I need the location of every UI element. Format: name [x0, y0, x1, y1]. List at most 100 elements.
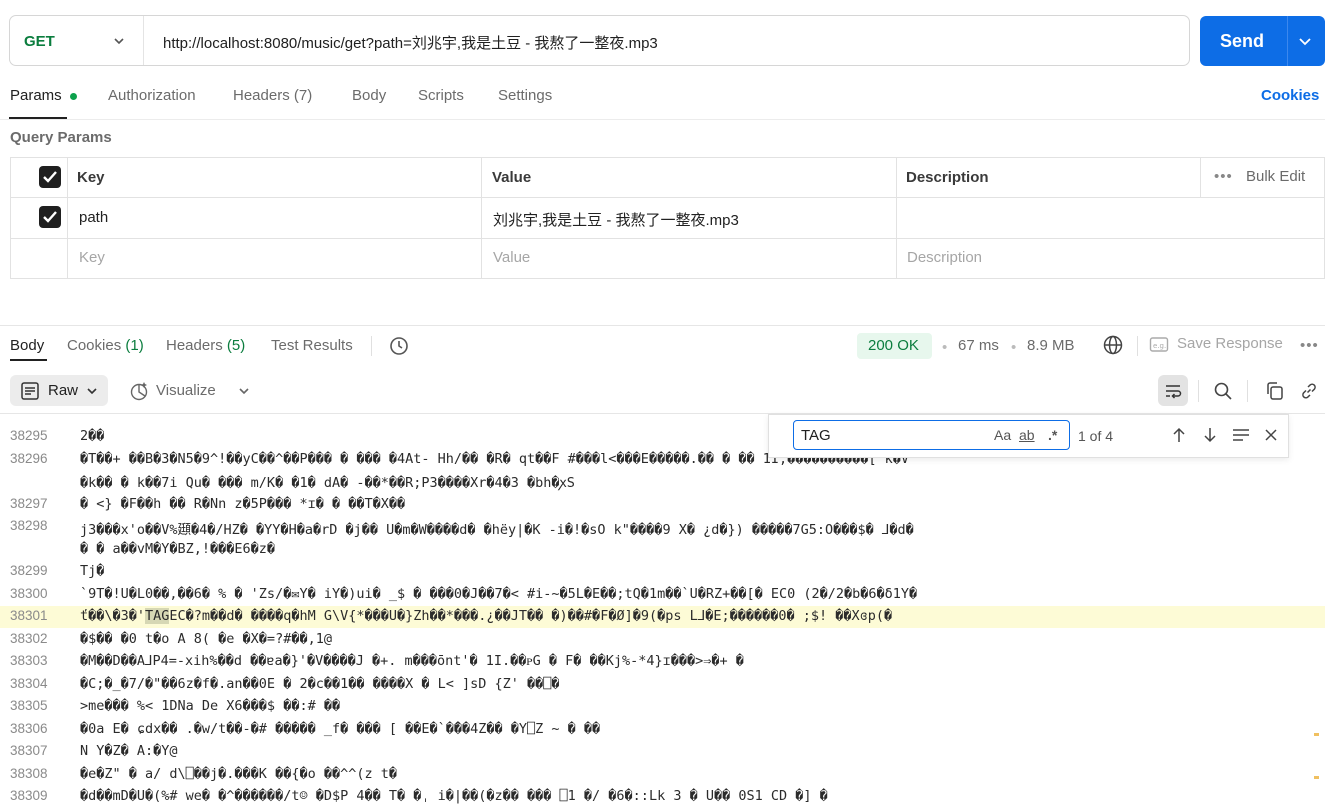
- tab-body[interactable]: Body: [352, 87, 386, 104]
- line-number: 38303: [10, 653, 48, 668]
- response-tab-headers-label: Headers: [166, 337, 223, 354]
- line-number: 38304: [10, 675, 48, 691]
- response-tab-cookies-label: Cookies: [67, 337, 122, 354]
- response-size: 8.9 MB: [1027, 337, 1075, 354]
- table-divider: [10, 197, 1325, 198]
- code-line: ť��\�3�'TAGEC�?m��d� ����q�hM G\V{*���U�…: [80, 608, 893, 624]
- response-time: 67 ms: [958, 337, 999, 354]
- code-line: j3���x'o��V%頲�4�/HZ� �YY�H�a�rD �j�� U�m…: [80, 522, 914, 538]
- send-button-label: Send: [1220, 31, 1265, 51]
- status-text: 200 OK: [868, 337, 919, 354]
- scrollbar-match-marker: [1314, 776, 1319, 779]
- select-all-checkbox[interactable]: [39, 166, 61, 188]
- line-number: 38296: [10, 450, 48, 466]
- line-number: 38297: [10, 495, 48, 511]
- toolbar-separator: [1247, 380, 1248, 402]
- visualize-chevron-icon[interactable]: [237, 384, 251, 398]
- link-icon[interactable]: [1299, 381, 1319, 401]
- find-in-selection-icon[interactable]: [1232, 427, 1250, 443]
- line-number: 38301: [10, 608, 48, 623]
- close-icon[interactable]: [1264, 428, 1278, 442]
- code-line: `9T�!U�L0��,��6� % � 'Zs/�✉Y� iY�)ui� _$…: [80, 585, 918, 602]
- response-tab-cookies[interactable]: Cookies (1): [67, 337, 144, 354]
- line-number: 38300: [10, 585, 48, 601]
- url-input[interactable]: http://localhost:8080/music/get?path=刘兆宇…: [163, 32, 658, 53]
- cookies-link[interactable]: Cookies: [1261, 87, 1319, 104]
- globe-icon[interactable]: [1102, 334, 1124, 356]
- new-value-input[interactable]: Value: [493, 249, 530, 266]
- code-line: �e�Z" � a/ d\⎕��j�.���K ��{�o ��^^(z t�: [80, 765, 397, 782]
- new-description-input[interactable]: Description: [907, 249, 982, 266]
- chevron-down-icon[interactable]: [112, 34, 126, 48]
- table-divider: [896, 157, 897, 279]
- toolbar-separator: [1198, 380, 1199, 402]
- wrap-lines-icon: [1166, 385, 1182, 399]
- code-line: �$�� �0 t�o A 8( �e �X�=?#��,1@: [80, 630, 332, 647]
- table-divider: [67, 157, 68, 279]
- search-icon[interactable]: [1213, 381, 1233, 401]
- response-tab-test-results[interactable]: Test Results: [271, 337, 353, 354]
- table-divider: [10, 238, 1325, 239]
- url-divider: [143, 16, 144, 65]
- visualize-button[interactable]: Visualize: [156, 382, 216, 399]
- line-number: 38299: [10, 563, 48, 578]
- active-response-tab-indicator: [10, 359, 47, 361]
- response-more-icon[interactable]: •••: [1300, 337, 1319, 354]
- line-number: 38308: [10, 765, 48, 781]
- save-response-icon[interactable]: e.g.: [1149, 336, 1169, 354]
- svg-text:e.g.: e.g.: [1153, 342, 1166, 350]
- match-whole-word-toggle[interactable]: ab: [1019, 427, 1035, 443]
- param-key-cell[interactable]: path: [79, 209, 108, 226]
- param-value-cell[interactable]: 刘兆宇,我是土豆 - 我熬了一整夜.mp3: [493, 209, 739, 230]
- search-match-highlight: TAG: [145, 608, 170, 624]
- next-match-icon[interactable]: [1202, 426, 1218, 444]
- line-number: 38306: [10, 720, 48, 736]
- table-divider: [1200, 157, 1201, 197]
- history-icon[interactable]: [388, 335, 410, 357]
- code-line: � <} �F��h �� R�Nn z�5P��� *ɪ� � ��T�X��: [80, 495, 406, 512]
- code-line: �C;�_�7/�"��6z�f�.an��0E � 2�c��1�� ����…: [80, 675, 560, 692]
- tabs-separator: [371, 336, 372, 356]
- match-count: 1 of 4: [1078, 428, 1114, 444]
- line-number: 38305: [10, 698, 48, 713]
- tab-params[interactable]: Params: [10, 87, 62, 104]
- find-query: TAG: [801, 427, 831, 444]
- method-select[interactable]: GET: [24, 33, 55, 50]
- regex-toggle[interactable]: .*: [1048, 427, 1057, 443]
- line-number: 38309: [10, 788, 48, 803]
- response-body-viewer[interactable]: 38295 2�� 38296 �T��+ ��B�3�N5�9^!��yC��^��…: [0, 414, 1325, 810]
- line-number: 38298: [10, 518, 48, 533]
- response-tab-headers[interactable]: Headers (5): [166, 337, 245, 354]
- match-case-toggle[interactable]: Aa: [994, 427, 1011, 443]
- column-description-header: Description: [906, 169, 989, 186]
- tabs-divider: [0, 119, 1325, 120]
- table-divider: [481, 157, 482, 279]
- code-line: �M��D��A⅃P4=-xih%��d ��ɐa�}'�V����J �+. …: [80, 653, 744, 669]
- cookies-count: (1): [125, 337, 144, 354]
- chevron-down-icon: [87, 388, 97, 395]
- param-enabled-checkbox[interactable]: [39, 206, 61, 228]
- raw-format-icon: [21, 382, 39, 400]
- line-number: 38307: [10, 743, 48, 758]
- code-line: N Y�Z� A:�Y@: [80, 743, 178, 759]
- tab-scripts[interactable]: Scripts: [418, 87, 464, 104]
- column-value-header: Value: [492, 169, 532, 186]
- line-number: 38295: [10, 428, 48, 443]
- more-options-icon[interactable]: •••: [1214, 168, 1233, 185]
- response-tab-body[interactable]: Body: [10, 337, 44, 354]
- visualize-icon[interactable]: [128, 380, 150, 402]
- code-line: 2��: [80, 428, 105, 444]
- tab-headers[interactable]: Headers (7): [233, 87, 312, 104]
- tab-settings[interactable]: Settings: [498, 87, 552, 104]
- new-key-input[interactable]: Key: [79, 249, 105, 266]
- response-divider: [0, 325, 1325, 326]
- headers-count: (5): [226, 337, 246, 354]
- code-line: � � a��vM�Y�BZ,!���E6�z�: [80, 540, 276, 557]
- previous-match-icon[interactable]: [1171, 426, 1187, 444]
- tab-authorization[interactable]: Authorization: [108, 87, 196, 104]
- save-response-button[interactable]: Save Response: [1177, 335, 1283, 352]
- bulk-edit-link[interactable]: Bulk Edit: [1246, 168, 1305, 185]
- code-line: >me��� %< 1DNa De X6���$ ��:# ��: [80, 698, 341, 714]
- copy-icon[interactable]: [1265, 381, 1285, 401]
- send-options-chevron-icon[interactable]: [1297, 33, 1313, 49]
